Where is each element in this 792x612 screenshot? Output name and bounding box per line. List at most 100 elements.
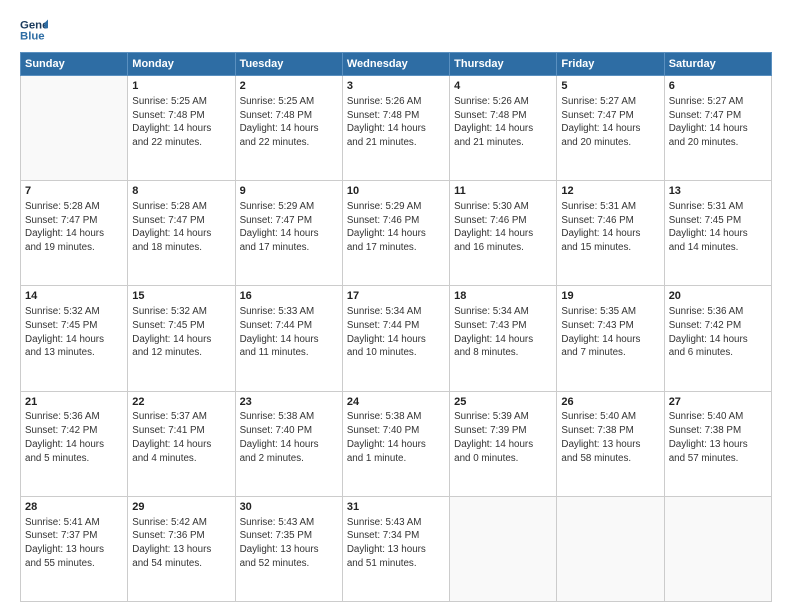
weekday-header: Friday: [557, 53, 664, 76]
weekday-header: Tuesday: [235, 53, 342, 76]
day-info: Sunrise: 5:30 AM Sunset: 7:46 PM Dayligh…: [454, 200, 552, 255]
day-info: Sunrise: 5:40 AM Sunset: 7:38 PM Dayligh…: [669, 410, 767, 465]
day-info: Sunrise: 5:33 AM Sunset: 7:44 PM Dayligh…: [240, 305, 338, 360]
day-info: Sunrise: 5:36 AM Sunset: 7:42 PM Dayligh…: [25, 410, 123, 465]
calendar-cell: 23Sunrise: 5:38 AM Sunset: 7:40 PM Dayli…: [235, 391, 342, 496]
day-number: 4: [454, 79, 552, 94]
day-number: 25: [454, 395, 552, 410]
day-info: Sunrise: 5:38 AM Sunset: 7:40 PM Dayligh…: [347, 410, 445, 465]
day-info: Sunrise: 5:36 AM Sunset: 7:42 PM Dayligh…: [669, 305, 767, 360]
calendar-cell: 8Sunrise: 5:28 AM Sunset: 7:47 PM Daylig…: [128, 181, 235, 286]
day-number: 16: [240, 289, 338, 304]
day-number: 3: [347, 79, 445, 94]
day-number: 27: [669, 395, 767, 410]
calendar-cell: 1Sunrise: 5:25 AM Sunset: 7:48 PM Daylig…: [128, 76, 235, 181]
calendar: SundayMondayTuesdayWednesdayThursdayFrid…: [20, 52, 772, 602]
day-info: Sunrise: 5:27 AM Sunset: 7:47 PM Dayligh…: [561, 95, 659, 150]
day-number: 2: [240, 79, 338, 94]
calendar-body: 1Sunrise: 5:25 AM Sunset: 7:48 PM Daylig…: [21, 76, 772, 602]
day-number: 17: [347, 289, 445, 304]
day-number: 6: [669, 79, 767, 94]
calendar-cell: 22Sunrise: 5:37 AM Sunset: 7:41 PM Dayli…: [128, 391, 235, 496]
day-info: Sunrise: 5:27 AM Sunset: 7:47 PM Dayligh…: [669, 95, 767, 150]
calendar-cell: 16Sunrise: 5:33 AM Sunset: 7:44 PM Dayli…: [235, 286, 342, 391]
calendar-cell: 3Sunrise: 5:26 AM Sunset: 7:48 PM Daylig…: [342, 76, 449, 181]
day-number: 13: [669, 184, 767, 199]
day-number: 26: [561, 395, 659, 410]
day-number: 10: [347, 184, 445, 199]
day-info: Sunrise: 5:29 AM Sunset: 7:47 PM Dayligh…: [240, 200, 338, 255]
calendar-cell: [557, 496, 664, 601]
calendar-cell: 6Sunrise: 5:27 AM Sunset: 7:47 PM Daylig…: [664, 76, 771, 181]
calendar-cell: [664, 496, 771, 601]
calendar-cell: 31Sunrise: 5:43 AM Sunset: 7:34 PM Dayli…: [342, 496, 449, 601]
calendar-cell: 26Sunrise: 5:40 AM Sunset: 7:38 PM Dayli…: [557, 391, 664, 496]
day-info: Sunrise: 5:43 AM Sunset: 7:35 PM Dayligh…: [240, 516, 338, 571]
calendar-cell: [450, 496, 557, 601]
day-number: 20: [669, 289, 767, 304]
calendar-cell: 14Sunrise: 5:32 AM Sunset: 7:45 PM Dayli…: [21, 286, 128, 391]
day-number: 15: [132, 289, 230, 304]
calendar-header-row: SundayMondayTuesdayWednesdayThursdayFrid…: [21, 53, 772, 76]
weekday-header: Sunday: [21, 53, 128, 76]
day-number: 30: [240, 500, 338, 515]
calendar-cell: 9Sunrise: 5:29 AM Sunset: 7:47 PM Daylig…: [235, 181, 342, 286]
day-number: 23: [240, 395, 338, 410]
day-info: Sunrise: 5:34 AM Sunset: 7:44 PM Dayligh…: [347, 305, 445, 360]
day-number: 31: [347, 500, 445, 515]
calendar-cell: 24Sunrise: 5:38 AM Sunset: 7:40 PM Dayli…: [342, 391, 449, 496]
day-info: Sunrise: 5:32 AM Sunset: 7:45 PM Dayligh…: [132, 305, 230, 360]
day-info: Sunrise: 5:31 AM Sunset: 7:46 PM Dayligh…: [561, 200, 659, 255]
day-number: 22: [132, 395, 230, 410]
day-info: Sunrise: 5:25 AM Sunset: 7:48 PM Dayligh…: [240, 95, 338, 150]
calendar-cell: 5Sunrise: 5:27 AM Sunset: 7:47 PM Daylig…: [557, 76, 664, 181]
day-number: 28: [25, 500, 123, 515]
weekday-header: Wednesday: [342, 53, 449, 76]
day-info: Sunrise: 5:39 AM Sunset: 7:39 PM Dayligh…: [454, 410, 552, 465]
calendar-cell: 25Sunrise: 5:39 AM Sunset: 7:39 PM Dayli…: [450, 391, 557, 496]
calendar-cell: 21Sunrise: 5:36 AM Sunset: 7:42 PM Dayli…: [21, 391, 128, 496]
day-number: 1: [132, 79, 230, 94]
day-number: 24: [347, 395, 445, 410]
calendar-cell: 17Sunrise: 5:34 AM Sunset: 7:44 PM Dayli…: [342, 286, 449, 391]
day-number: 19: [561, 289, 659, 304]
day-number: 5: [561, 79, 659, 94]
day-info: Sunrise: 5:29 AM Sunset: 7:46 PM Dayligh…: [347, 200, 445, 255]
calendar-cell: 29Sunrise: 5:42 AM Sunset: 7:36 PM Dayli…: [128, 496, 235, 601]
weekday-header: Saturday: [664, 53, 771, 76]
calendar-cell: 10Sunrise: 5:29 AM Sunset: 7:46 PM Dayli…: [342, 181, 449, 286]
day-info: Sunrise: 5:25 AM Sunset: 7:48 PM Dayligh…: [132, 95, 230, 150]
page-header: General Blue: [20, 16, 772, 44]
svg-text:Blue: Blue: [20, 31, 45, 43]
calendar-week-row: 28Sunrise: 5:41 AM Sunset: 7:37 PM Dayli…: [21, 496, 772, 601]
day-info: Sunrise: 5:26 AM Sunset: 7:48 PM Dayligh…: [347, 95, 445, 150]
calendar-cell: 18Sunrise: 5:34 AM Sunset: 7:43 PM Dayli…: [450, 286, 557, 391]
day-info: Sunrise: 5:31 AM Sunset: 7:45 PM Dayligh…: [669, 200, 767, 255]
day-info: Sunrise: 5:28 AM Sunset: 7:47 PM Dayligh…: [25, 200, 123, 255]
day-number: 7: [25, 184, 123, 199]
calendar-cell: 27Sunrise: 5:40 AM Sunset: 7:38 PM Dayli…: [664, 391, 771, 496]
calendar-week-row: 21Sunrise: 5:36 AM Sunset: 7:42 PM Dayli…: [21, 391, 772, 496]
day-info: Sunrise: 5:28 AM Sunset: 7:47 PM Dayligh…: [132, 200, 230, 255]
calendar-cell: 30Sunrise: 5:43 AM Sunset: 7:35 PM Dayli…: [235, 496, 342, 601]
day-number: 8: [132, 184, 230, 199]
calendar-week-row: 14Sunrise: 5:32 AM Sunset: 7:45 PM Dayli…: [21, 286, 772, 391]
calendar-cell: 28Sunrise: 5:41 AM Sunset: 7:37 PM Dayli…: [21, 496, 128, 601]
day-info: Sunrise: 5:37 AM Sunset: 7:41 PM Dayligh…: [132, 410, 230, 465]
day-info: Sunrise: 5:38 AM Sunset: 7:40 PM Dayligh…: [240, 410, 338, 465]
calendar-week-row: 1Sunrise: 5:25 AM Sunset: 7:48 PM Daylig…: [21, 76, 772, 181]
day-number: 29: [132, 500, 230, 515]
day-info: Sunrise: 5:43 AM Sunset: 7:34 PM Dayligh…: [347, 516, 445, 571]
day-info: Sunrise: 5:42 AM Sunset: 7:36 PM Dayligh…: [132, 516, 230, 571]
day-number: 11: [454, 184, 552, 199]
day-info: Sunrise: 5:32 AM Sunset: 7:45 PM Dayligh…: [25, 305, 123, 360]
weekday-header: Monday: [128, 53, 235, 76]
day-info: Sunrise: 5:35 AM Sunset: 7:43 PM Dayligh…: [561, 305, 659, 360]
calendar-cell: 15Sunrise: 5:32 AM Sunset: 7:45 PM Dayli…: [128, 286, 235, 391]
svg-text:General: General: [20, 19, 48, 31]
weekday-header: Thursday: [450, 53, 557, 76]
calendar-cell: 4Sunrise: 5:26 AM Sunset: 7:48 PM Daylig…: [450, 76, 557, 181]
day-number: 9: [240, 184, 338, 199]
logo-icon: General Blue: [20, 16, 48, 44]
day-number: 18: [454, 289, 552, 304]
